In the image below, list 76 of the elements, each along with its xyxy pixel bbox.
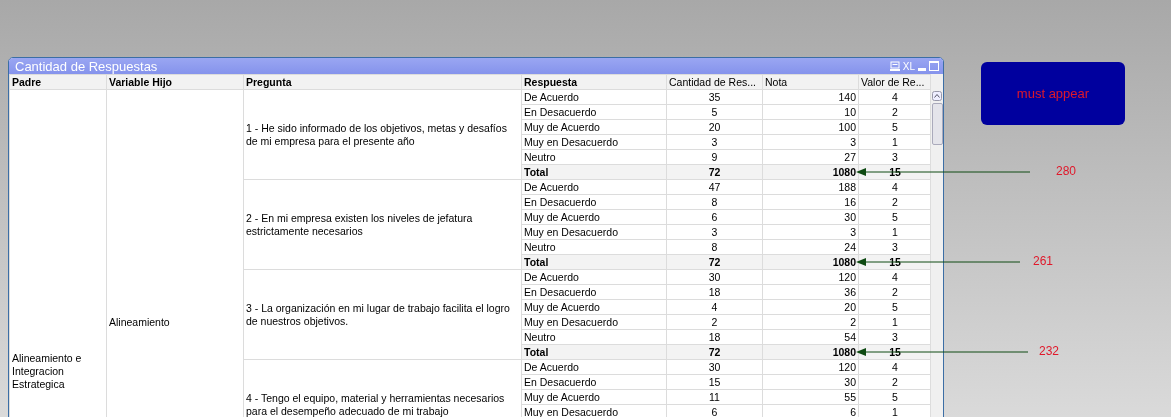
maximize-icon[interactable] bbox=[929, 61, 939, 71]
column-header[interactable]: Pregunta bbox=[243, 74, 522, 90]
table-cell: Alineamiento e Integracion Estrategica bbox=[9, 89, 107, 417]
table-cell: 3 - La organización en mi lugar de trabajo facilita el logro de nuestros objetivos. bbox=[243, 269, 522, 360]
table-cell: 35 bbox=[666, 89, 763, 105]
scrollbar-thumb[interactable] bbox=[931, 103, 943, 145]
table-cell: 55 bbox=[762, 389, 859, 405]
table-cell: 30 bbox=[762, 209, 859, 225]
table-cell: 6 bbox=[666, 209, 763, 225]
scroll-up-arrow-icon[interactable] bbox=[932, 91, 942, 101]
table-cell: 188 bbox=[762, 179, 859, 195]
column-header[interactable]: Valor de Re... bbox=[858, 74, 932, 90]
table-cell: Muy de Acuerdo bbox=[521, 209, 667, 225]
table-cell: 8 bbox=[666, 194, 763, 210]
table-cell: 120 bbox=[762, 269, 859, 285]
column-header[interactable]: Nota bbox=[762, 74, 859, 90]
table-cell: 18 bbox=[666, 284, 763, 300]
table-cell: 120 bbox=[762, 359, 859, 375]
table-cell: Neutro bbox=[521, 329, 667, 345]
table-cell: Neutro bbox=[521, 149, 667, 165]
table-cell: 18 bbox=[666, 329, 763, 345]
column-header[interactable]: Cantidad de Res... bbox=[666, 74, 763, 90]
table-cell: 20 bbox=[666, 119, 763, 135]
table-cell: En Desacuerdo bbox=[521, 104, 667, 120]
annotation-label: 280 bbox=[1056, 164, 1077, 178]
column-header[interactable]: Padre bbox=[9, 74, 107, 90]
table-cell: 8 bbox=[666, 239, 763, 255]
table-cell: Alineamiento bbox=[106, 89, 244, 417]
table-cell: 20 bbox=[762, 299, 859, 315]
table-cell: 10 bbox=[762, 104, 859, 120]
table-cell: Muy en Desacuerdo bbox=[521, 134, 667, 150]
table-cell: 2 - En mi empresa existen los niveles de jefatura estrictamente necesarios bbox=[243, 179, 522, 270]
annotation-label: 232 bbox=[1039, 344, 1060, 358]
table-cell: 140 bbox=[762, 89, 859, 105]
annotation-label: 261 bbox=[1033, 254, 1054, 268]
table-cell: 24 bbox=[762, 239, 859, 255]
table-cell: 4 bbox=[666, 299, 763, 315]
table-cell: De Acuerdo bbox=[521, 179, 667, 195]
table-cell: 30 bbox=[666, 359, 763, 375]
table-cell: 30 bbox=[762, 374, 859, 390]
table-cell: 3 bbox=[666, 134, 763, 150]
table-cell: En Desacuerdo bbox=[521, 374, 667, 390]
table-cell: 15 bbox=[666, 374, 763, 390]
table-cell: Muy de Acuerdo bbox=[521, 119, 667, 135]
column-header[interactable]: Respuesta bbox=[521, 74, 667, 90]
table-cell: 3 bbox=[666, 224, 763, 240]
table-cell: De Acuerdo bbox=[521, 359, 667, 375]
table-cell: 1 - He sido informado de los objetivos, metas y desafíos de mi empresa para el presente año bbox=[243, 89, 522, 180]
column-header[interactable]: Variable Hijo bbox=[106, 74, 244, 90]
window-title: Cantidad de Respuestas bbox=[15, 58, 159, 74]
table-cell: 11 bbox=[666, 389, 763, 405]
table-cell: 27 bbox=[762, 149, 859, 165]
table-cell: De Acuerdo bbox=[521, 89, 667, 105]
table-cell: 2 bbox=[666, 314, 763, 330]
table-cell: 2 bbox=[762, 314, 859, 330]
table-cell: Muy en Desacuerdo bbox=[521, 314, 667, 330]
table-cell: De Acuerdo bbox=[521, 269, 667, 285]
table-cell: 36 bbox=[762, 284, 859, 300]
table-cell: 30 bbox=[666, 269, 763, 285]
table-cell: Muy de Acuerdo bbox=[521, 389, 667, 405]
print-icon[interactable] bbox=[889, 61, 900, 71]
table-cell: 4 - Tengo el equipo, material y herramientas necesarios para el desempeño adecuado de mi trabajo bbox=[243, 359, 522, 417]
scrollbar[interactable] bbox=[930, 74, 943, 417]
table-cell: Muy en Desacuerdo bbox=[521, 224, 667, 240]
table-cell: Muy de Acuerdo bbox=[521, 299, 667, 315]
table-cell: 9 bbox=[666, 149, 763, 165]
table-cell: Neutro bbox=[521, 239, 667, 255]
table-cell: 54 bbox=[762, 329, 859, 345]
table-cell: En Desacuerdo bbox=[521, 194, 667, 210]
table-cell: En Desacuerdo bbox=[521, 284, 667, 300]
table-cell: 3 bbox=[762, 224, 859, 240]
table-cell: 5 bbox=[666, 104, 763, 120]
table-cell: 3 bbox=[762, 134, 859, 150]
table-cell: 100 bbox=[762, 119, 859, 135]
table-cell: 16 bbox=[762, 194, 859, 210]
table-cell: 47 bbox=[666, 179, 763, 195]
